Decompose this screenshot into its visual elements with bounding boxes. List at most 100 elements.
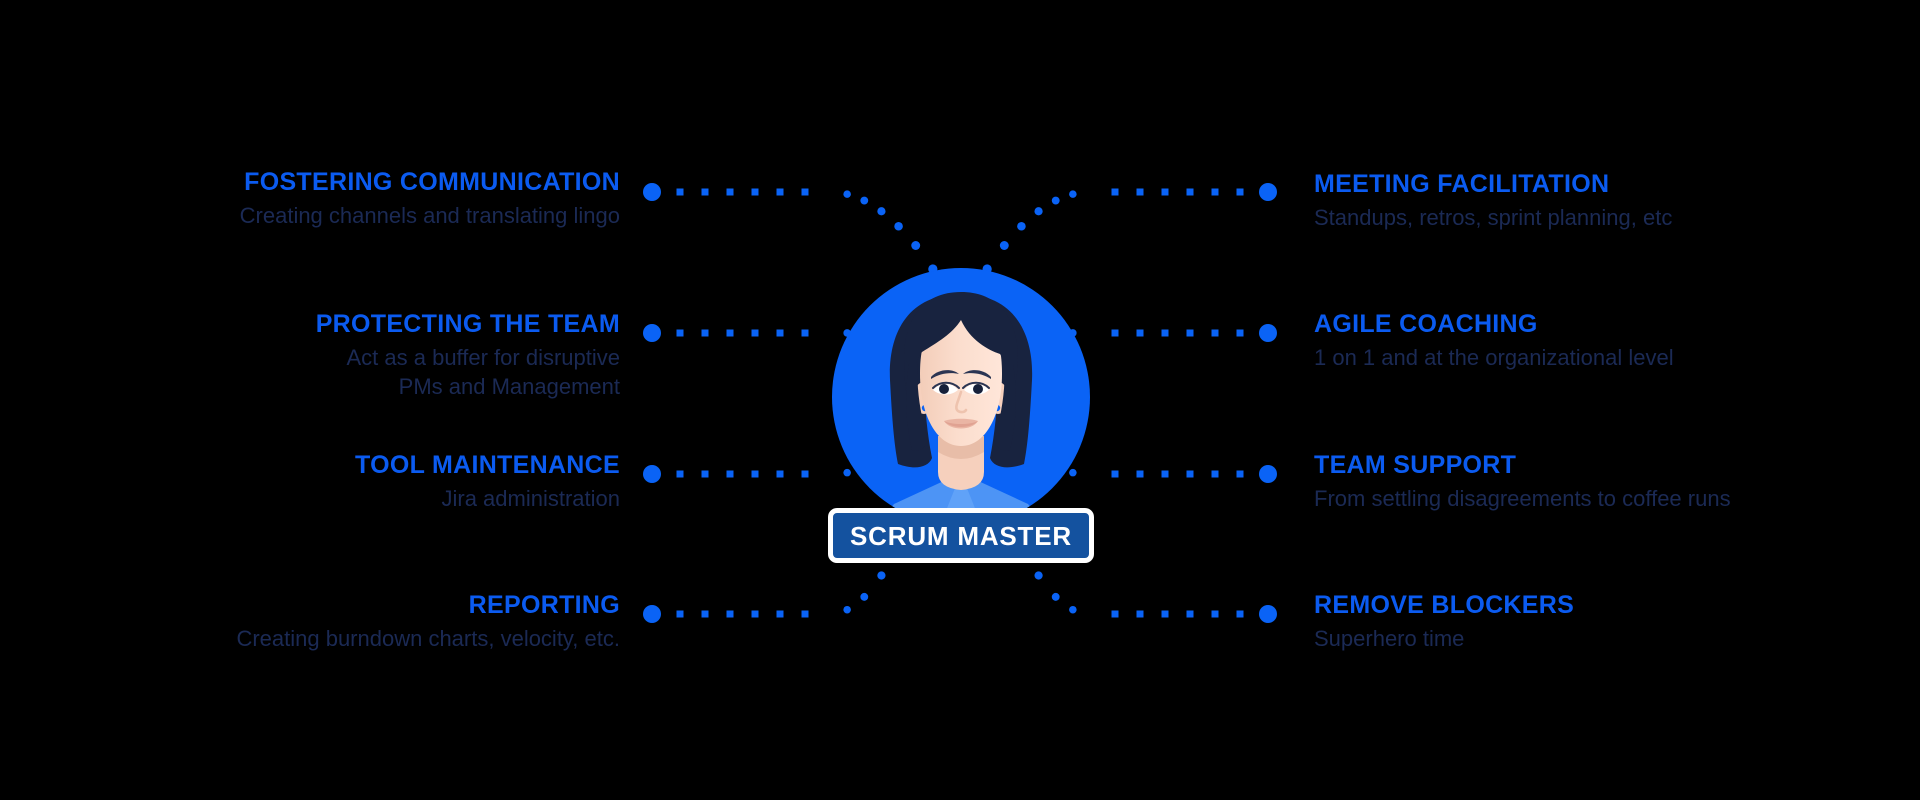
connector-dot	[1161, 470, 1169, 478]
connector-dot	[877, 207, 886, 216]
connector-dot	[726, 610, 734, 618]
item-title: MEETING FACILITATION	[1314, 170, 1610, 198]
connector-dot	[1051, 592, 1060, 601]
connector-dot	[1161, 188, 1169, 196]
connector-dot	[1236, 470, 1244, 478]
item-agile-coaching[interactable]: AGILE COACHING 1 on 1 and at the organiz…	[1314, 310, 1920, 372]
connector-dot	[1211, 329, 1219, 337]
item-title: REMOVE BLOCKERS	[1314, 591, 1575, 619]
connector-dot	[1259, 465, 1277, 483]
connector-dot	[843, 605, 851, 614]
connector-dot	[776, 188, 784, 196]
item-desc: Creating channels and translating lingo	[239, 202, 620, 228]
connector-dot	[701, 610, 709, 618]
connector-dot	[1069, 190, 1077, 198]
connector-dot	[801, 329, 809, 337]
connector-dot	[776, 610, 784, 618]
item-desc: From settling disagreements to coffee ru…	[1314, 485, 1731, 511]
item-title: PROTECTING THE TEAM	[315, 310, 620, 338]
connector-dot	[1034, 571, 1043, 580]
connector-dot	[1111, 188, 1119, 196]
connector-dot	[843, 190, 851, 198]
connector-dot	[1051, 196, 1060, 205]
connector-dot	[751, 188, 759, 196]
connector-dot	[701, 470, 709, 478]
connector-dot	[801, 188, 809, 196]
connector-dot	[1186, 188, 1194, 196]
scrum-master-badge[interactable]: SCRUM MASTER	[828, 508, 1094, 563]
connector-dot	[1017, 221, 1026, 231]
connector-dot	[776, 470, 784, 478]
connector-dot	[1236, 329, 1244, 337]
diagram-canvas: FOSTERING COMMUNICATION Creating channel…	[0, 0, 1920, 800]
connector-dot	[1069, 605, 1077, 614]
connector-dot	[643, 324, 661, 342]
item-desc: Superhero time	[1314, 625, 1465, 651]
connector-dot	[751, 610, 759, 618]
connector-dot	[643, 605, 661, 623]
connector-dot	[726, 329, 734, 337]
connector-dot	[1211, 188, 1219, 196]
connector-dot	[801, 470, 809, 478]
connector-dot	[701, 188, 709, 196]
connector-dot	[1259, 324, 1277, 342]
connector-dot	[751, 470, 759, 478]
connector-dot	[1211, 470, 1219, 478]
item-protecting-the-team[interactable]: PROTECTING THE TEAM Act as a buffer for …	[0, 310, 620, 401]
avatar	[832, 268, 1090, 526]
item-desc: Jira administration	[441, 485, 620, 511]
connector-dot	[1111, 470, 1119, 478]
item-desc: Act as a buffer for disruptive PMs and M…	[346, 344, 620, 399]
item-meeting-facilitation[interactable]: MEETING FACILITATION Standups, retros, s…	[1314, 170, 1920, 232]
connector-dot	[1186, 329, 1194, 337]
item-tool-maintenance[interactable]: TOOL MAINTENANCE Jira administration	[0, 451, 620, 513]
connector-dot	[911, 241, 921, 250]
item-remove-blockers[interactable]: REMOVE BLOCKERS Superhero time	[1314, 591, 1920, 653]
connector-dot	[726, 188, 734, 196]
connector-dot	[676, 188, 684, 196]
connector-dot	[1211, 610, 1219, 618]
connector-dot	[643, 183, 661, 201]
connector-dot	[776, 329, 784, 337]
item-fostering-communication[interactable]: FOSTERING COMMUNICATION Creating channel…	[0, 168, 620, 230]
item-title: REPORTING	[468, 591, 620, 619]
connector-dot	[999, 241, 1009, 250]
connector-dot	[801, 610, 809, 618]
item-title: AGILE COACHING	[1314, 310, 1538, 338]
connector-dot	[894, 221, 903, 231]
connector-dot	[1161, 329, 1169, 337]
connector-dot	[751, 329, 759, 337]
connector-dot	[1161, 610, 1169, 618]
connector-dot	[1186, 470, 1194, 478]
connector-dot	[1136, 329, 1144, 337]
connector-dot	[1111, 610, 1119, 618]
connector-dot	[877, 571, 886, 580]
item-title: TOOL MAINTENANCE	[355, 451, 620, 479]
badge-label: SCRUM MASTER	[850, 520, 1072, 551]
avatar-illustration	[832, 268, 1090, 526]
item-desc: Standups, retros, sprint planning, etc	[1314, 204, 1673, 230]
item-desc: 1 on 1 and at the organizational level	[1314, 344, 1674, 370]
connector-dot	[1186, 610, 1194, 618]
connector-dot	[1236, 610, 1244, 618]
connector-dot	[1236, 188, 1244, 196]
connector-dot	[726, 470, 734, 478]
item-title: TEAM SUPPORT	[1314, 451, 1517, 479]
connector-dot	[1259, 605, 1277, 623]
connector-dot	[643, 465, 661, 483]
connector-dot	[860, 196, 869, 205]
connector-dot	[1034, 207, 1043, 216]
item-reporting[interactable]: REPORTING Creating burndown charts, velo…	[0, 591, 620, 653]
connector-dot	[1136, 610, 1144, 618]
connector-dot	[676, 610, 684, 618]
connector-dot	[1259, 183, 1277, 201]
connector-dot	[860, 592, 869, 601]
item-title: FOSTERING COMMUNICATION	[244, 168, 620, 196]
item-desc: Creating burndown charts, velocity, etc.	[236, 625, 620, 651]
connector-dot	[701, 329, 709, 337]
connector-dot	[1111, 329, 1119, 337]
connector-dot	[676, 329, 684, 337]
connector-dot	[676, 470, 684, 478]
connector-dot	[1136, 470, 1144, 478]
item-team-support[interactable]: TEAM SUPPORT From settling disagreements…	[1314, 451, 1920, 513]
